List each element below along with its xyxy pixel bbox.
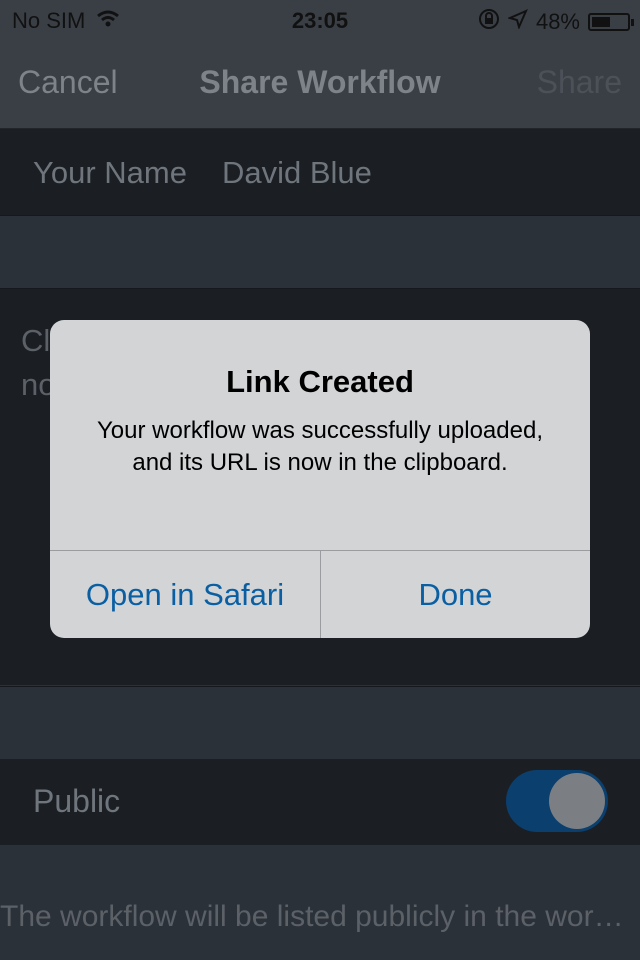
section-spacer-2 <box>0 686 640 760</box>
status-bar: No SIM 23:05 48% <box>0 0 640 40</box>
public-note: The workflow will be listed publicly in … <box>0 900 624 933</box>
public-label: Public <box>33 783 121 819</box>
battery-nub <box>631 19 634 26</box>
alert-title: Link Created <box>226 364 414 399</box>
link-created-alert: Link Created Your workflow was successfu… <box>50 320 590 638</box>
location-arrow-icon <box>507 9 528 35</box>
navigation-bar: Cancel Share Workflow Share <box>0 40 640 129</box>
name-field[interactable]: David Blue <box>222 155 372 191</box>
share-button[interactable]: Share <box>537 64 622 101</box>
status-right: 48% <box>478 8 634 36</box>
open-in-safari-button[interactable]: Open in Safari <box>50 551 320 638</box>
alert-message: Your workflow was successfully uploaded,… <box>96 417 543 476</box>
toggle-knob <box>549 773 605 829</box>
battery-icon <box>588 13 634 31</box>
rotation-lock-icon <box>478 8 500 36</box>
battery-fill <box>592 17 611 27</box>
done-button[interactable]: Done <box>321 551 590 638</box>
name-label: Your Name <box>33 155 187 190</box>
share-workflow-screen: No SIM 23:05 48% Cancel Share Workflow S… <box>0 0 640 960</box>
name-row[interactable]: Your Name David Blue <box>0 129 640 216</box>
battery-percent: 48% <box>535 9 580 34</box>
section-spacer <box>0 216 640 289</box>
public-toggle[interactable] <box>506 770 608 832</box>
public-row: Public <box>0 759 640 845</box>
